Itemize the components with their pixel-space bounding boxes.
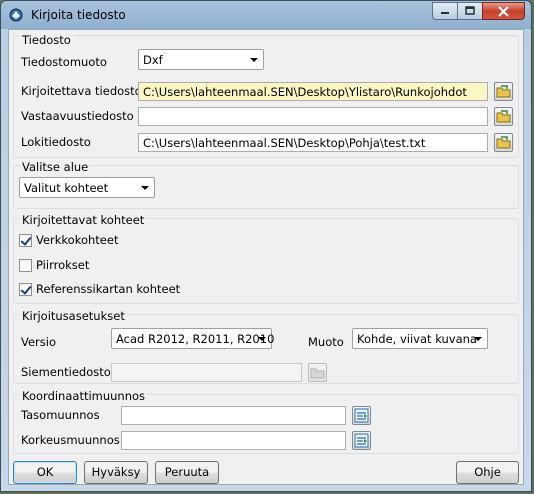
- checkbox-box[interactable]: [19, 282, 32, 296]
- height-transform-button[interactable]: [352, 431, 371, 450]
- chevron-down-icon: [474, 337, 482, 341]
- coordinate-transform-group: Koordinaattimuunnos Tasomuunnos Korkeusm…: [13, 389, 519, 454]
- dialog-content: Tiedosto Tiedostomuoto Dxf Kirjoitettava…: [8, 29, 524, 485]
- checkbox-box[interactable]: [19, 258, 32, 272]
- file-group: Tiedosto Tiedostomuoto Dxf Kirjoitettava…: [13, 33, 519, 158]
- height-transform-field[interactable]: [121, 431, 346, 450]
- write-file-label: Kirjoitettava tiedosto: [21, 84, 142, 98]
- maximize-icon: [465, 6, 475, 15]
- help-button[interactable]: Ohje: [456, 461, 519, 484]
- area-select[interactable]: Valitut kohteet: [19, 177, 155, 198]
- plane-transform-label: Tasomuunnos: [21, 408, 100, 422]
- folder-open-icon: [496, 136, 511, 149]
- area-select-value: Valitut kohteet: [24, 181, 109, 195]
- mapping-file-field[interactable]: [138, 107, 488, 126]
- folder-open-icon: [310, 368, 325, 379]
- checkbox-label: Piirrokset: [36, 258, 90, 272]
- style-select-value: Kohde, viivat kuvana: [357, 332, 477, 346]
- format-label: Tiedostomuoto: [21, 55, 107, 69]
- folder-open-icon: [496, 85, 511, 98]
- write-file-value: C:\Users\lahteenmaal.SEN\Desktop\Ylistar…: [143, 85, 467, 99]
- close-button[interactable]: [482, 2, 525, 20]
- apply-button[interactable]: Hyväksy: [84, 461, 148, 484]
- write-settings-group-title: Kirjoitusasetukset: [20, 309, 127, 323]
- objects-group: Kirjoitettavat kohteet Verkkokohteet Pii…: [13, 213, 519, 304]
- ok-button[interactable]: OK: [13, 461, 77, 484]
- chevron-down-icon: [250, 58, 258, 62]
- minimize-button[interactable]: [432, 2, 458, 20]
- style-select[interactable]: Kohde, viivat kuvana: [352, 328, 488, 349]
- version-select-value: Acad R2012, R2011, R2010: [116, 332, 275, 346]
- mapping-file-browse-button[interactable]: [494, 107, 513, 126]
- mapping-file-label: Vastaavuustiedosto: [21, 109, 134, 123]
- window-title: Kirjoita tiedosto: [31, 8, 126, 22]
- minimize-icon: [441, 12, 449, 14]
- seed-file-label: Siementiedosto: [21, 365, 111, 379]
- file-group-title: Tiedosto: [20, 33, 73, 47]
- plane-transform-button[interactable]: [352, 406, 371, 425]
- cancel-button[interactable]: Peruuta: [155, 461, 219, 484]
- format-select-value: Dxf: [143, 53, 163, 67]
- area-group: Valitse alue Valitut kohteet: [13, 160, 519, 209]
- transform-icon: [354, 408, 369, 423]
- checkbox-label: Referenssikartan kohteet: [36, 282, 181, 296]
- maximize-button[interactable]: [457, 2, 483, 20]
- format-select[interactable]: Dxf: [138, 49, 264, 70]
- checkbox-reference-map-objects[interactable]: Referenssikartan kohteet: [19, 282, 180, 296]
- checkbox-network-objects[interactable]: Verkkokohteet: [19, 233, 118, 247]
- write-file-field[interactable]: C:\Users\lahteenmaal.SEN\Desktop\Ylistar…: [138, 82, 488, 101]
- style-label: Muoto: [308, 335, 344, 349]
- height-transform-label: Korkeusmuunnos: [21, 433, 120, 447]
- version-select[interactable]: Acad R2012, R2011, R2010: [111, 328, 275, 349]
- objects-group-title: Kirjoitettavat kohteet: [20, 213, 147, 227]
- chevron-down-icon: [141, 186, 149, 190]
- checkbox-drawings[interactable]: Piirrokset: [19, 258, 89, 272]
- title-bar[interactable]: Kirjoita tiedosto: [1, 1, 531, 29]
- plane-transform-field[interactable]: [121, 406, 346, 425]
- checkbox-label: Verkkokohteet: [36, 233, 119, 247]
- write-file-browse-button[interactable]: [494, 82, 513, 101]
- transform-icon: [354, 433, 369, 448]
- close-icon: [498, 5, 509, 17]
- log-file-value: C:\Users\lahteenmaal.SEN\Desktop\Pohja\t…: [143, 136, 426, 150]
- checkbox-box[interactable]: [19, 233, 32, 247]
- folder-open-icon: [496, 110, 511, 123]
- dialog-window: Kirjoita tiedosto Tiedosto Tiedostomuoto…: [0, 0, 532, 492]
- version-label: Versio: [21, 335, 56, 349]
- seed-file-browse-button[interactable]: [308, 363, 327, 382]
- log-file-label: Lokitiedosto: [21, 135, 91, 149]
- write-settings-group: Kirjoitusasetukset Versio Acad R2012, R2…: [13, 309, 519, 384]
- chevron-down-icon: [258, 337, 266, 341]
- coordinate-transform-group-title: Koordinaattimuunnos: [20, 389, 148, 403]
- log-file-browse-button[interactable]: [494, 133, 513, 152]
- app-icon: [9, 8, 23, 22]
- seed-file-field[interactable]: [111, 363, 302, 382]
- area-group-title: Valitse alue: [20, 160, 91, 174]
- log-file-field[interactable]: C:\Users\lahteenmaal.SEN\Desktop\Pohja\t…: [138, 133, 488, 152]
